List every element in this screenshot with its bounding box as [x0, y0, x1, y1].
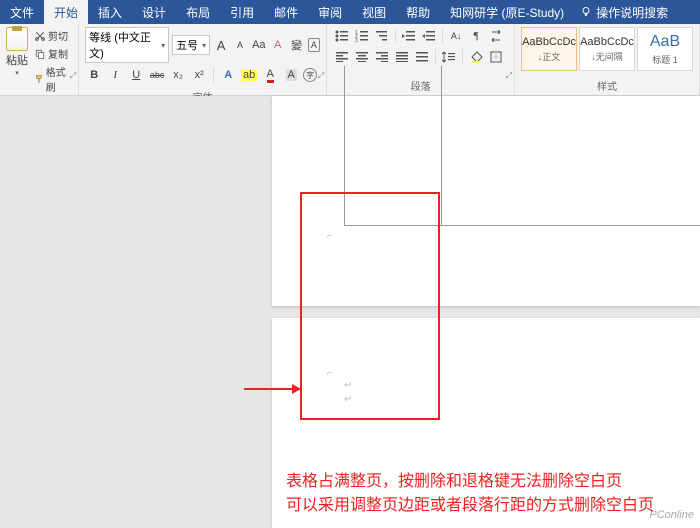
align-dist-icon [416, 52, 428, 62]
direction-icon [490, 30, 502, 42]
paragraph-mark: ↵ [344, 394, 352, 405]
font-color-button[interactable]: A [261, 66, 279, 84]
clear-format-button[interactable]: A [270, 36, 286, 54]
paragraph-mark: ↵ [344, 380, 352, 391]
paste-label: 粘贴 [6, 52, 28, 68]
align-left-button[interactable] [333, 48, 351, 66]
group-font: 等线 (中文正文)▾ 五号▾ A A Aa A 變 A B I U abc x₂… [79, 24, 327, 95]
numbering-button[interactable]: 123 [353, 27, 371, 45]
char-border-button[interactable]: A [308, 38, 321, 52]
crop-mark: ⌐ [327, 368, 333, 379]
borders-button[interactable] [487, 48, 505, 66]
style-heading1[interactable]: AaB 标题 1 [637, 27, 693, 71]
scissors-icon [34, 30, 46, 42]
borders-icon [490, 51, 502, 63]
align-distribute-button[interactable] [413, 48, 431, 66]
bullets-button[interactable] [333, 27, 351, 45]
tab-help[interactable]: 帮助 [396, 0, 440, 24]
subscript-button[interactable]: x₂ [169, 66, 187, 84]
crop-mark: ⌐ [327, 231, 333, 242]
font-launcher[interactable]: ⤢ [318, 71, 324, 81]
numbering-icon: 123 [355, 30, 369, 42]
copy-button[interactable]: 复制 [32, 45, 72, 62]
table[interactable] [344, 66, 700, 226]
line-spacing-button[interactable] [440, 48, 458, 66]
align-right-button[interactable] [373, 48, 391, 66]
document-area[interactable]: ⌐ ⌐ ↵ ↵ 表格占满整页，按删除和退格键无法删除空白页 可以采用调整页边距或… [0, 96, 700, 525]
clipboard-launcher[interactable]: ⤢ [70, 71, 76, 81]
underline-button[interactable]: U [127, 66, 145, 84]
enclose-char-button[interactable]: 字 [303, 68, 317, 82]
phonetic-button[interactable]: 變 [289, 36, 305, 54]
tell-me-label: 操作说明搜索 [596, 4, 668, 21]
align-right-icon [376, 52, 388, 62]
group-clipboard: 粘贴 ▾ 剪切 复制 格式刷 ⤢ 剪贴板 [0, 24, 79, 95]
multilevel-button[interactable] [373, 27, 391, 45]
outdent-icon [402, 30, 416, 42]
paste-button[interactable]: 粘贴 ▾ [6, 27, 28, 77]
italic-button[interactable]: I [106, 66, 124, 84]
bullets-icon [335, 30, 349, 42]
char-shading-button[interactable]: A [282, 66, 300, 84]
page-1[interactable]: ⌐ [272, 96, 700, 306]
tab-design[interactable]: 设计 [132, 0, 176, 24]
tab-references[interactable]: 引用 [220, 0, 264, 24]
annotation-arrow [244, 388, 300, 390]
bucket-icon [469, 51, 483, 63]
tab-view[interactable]: 视图 [352, 0, 396, 24]
brush-icon [34, 73, 44, 85]
superscript-button[interactable]: x² [190, 66, 208, 84]
cut-button[interactable]: 剪切 [32, 27, 72, 44]
tab-mailings[interactable]: 邮件 [264, 0, 308, 24]
align-center-icon [356, 52, 368, 62]
watermark: PConline [649, 509, 694, 521]
shading-button[interactable] [467, 48, 485, 66]
indent-increase-button[interactable] [420, 27, 438, 45]
lightbulb-icon [580, 6, 592, 18]
grow-font-button[interactable]: A [213, 36, 229, 54]
strike-button[interactable]: abc [148, 66, 166, 84]
text-direction-button[interactable] [487, 27, 505, 45]
title-bar: 文件 开始 插入 设计 布局 引用 邮件 审阅 视图 帮助 知网研学 (原E-S… [0, 0, 700, 24]
tell-me[interactable]: 操作说明搜索 [580, 4, 668, 21]
spacing-icon [442, 51, 456, 63]
copy-icon [34, 48, 46, 60]
font-family-combo[interactable]: 等线 (中文正文)▾ [85, 27, 169, 63]
tab-file[interactable]: 文件 [0, 0, 44, 24]
shrink-font-button[interactable]: A [232, 36, 248, 54]
format-painter-button[interactable]: 格式刷 [32, 63, 72, 95]
bold-button[interactable]: B [85, 66, 103, 84]
show-marks-button[interactable]: ¶ [467, 27, 485, 45]
change-case-button[interactable]: Aa [251, 36, 267, 54]
multilevel-icon [375, 30, 389, 42]
tab-home[interactable]: 开始 [44, 0, 88, 24]
style-normal[interactable]: AaBbCcDc ↓正文 [521, 27, 577, 71]
indent-icon [422, 30, 436, 42]
align-left-icon [336, 52, 348, 62]
tab-review[interactable]: 审阅 [308, 0, 352, 24]
annotation-text: 表格占满整页，按删除和退格键无法删除空白页 可以采用调整页边距或者段落行距的方式… [286, 470, 654, 518]
font-size-combo[interactable]: 五号▾ [172, 35, 210, 55]
tab-estudy[interactable]: 知网研学 (原E-Study) [440, 0, 574, 24]
svg-text:3: 3 [355, 38, 358, 42]
style-nospacing[interactable]: AaBbCcDc ↓无间隔 [579, 27, 635, 71]
highlight-button[interactable]: ab [240, 66, 258, 84]
align-center-button[interactable] [353, 48, 371, 66]
indent-decrease-button[interactable] [400, 27, 418, 45]
sort-button[interactable]: A↓ [447, 27, 465, 45]
align-justify-icon [396, 52, 408, 62]
tab-insert[interactable]: 插入 [88, 0, 132, 24]
clipboard-icon [6, 27, 28, 51]
tab-layout[interactable]: 布局 [176, 0, 220, 24]
text-effects-button[interactable]: A [219, 66, 237, 84]
align-justify-button[interactable] [393, 48, 411, 66]
